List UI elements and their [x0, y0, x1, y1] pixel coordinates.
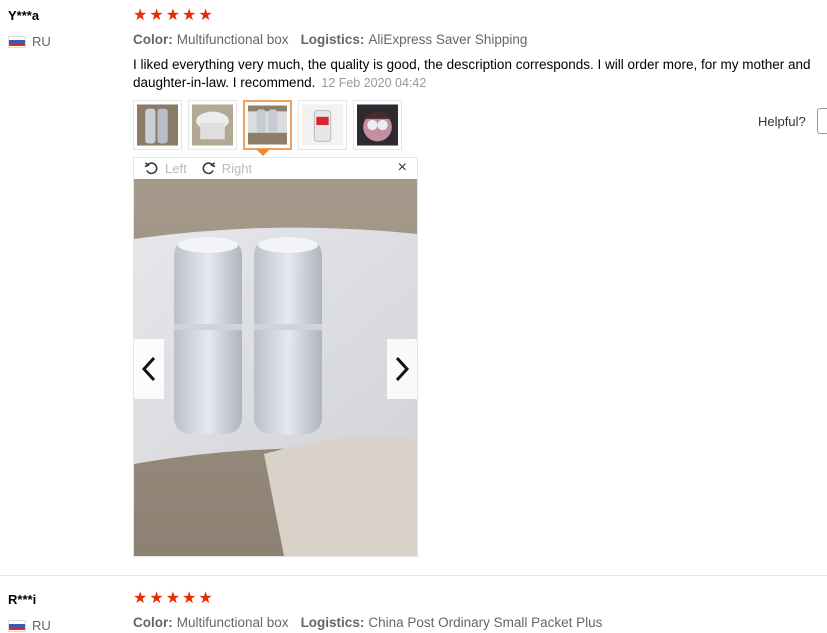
logistics-label: Logistics: — [300, 32, 365, 47]
review-thumbnail[interactable] — [188, 100, 237, 150]
helpful-button[interactable] — [817, 108, 827, 134]
star-icon: ★ — [182, 7, 197, 24]
photo-thumbnail-image — [192, 104, 233, 146]
order-attributes: Color: Multifunctional box Logistics: AliEx… — [133, 32, 527, 47]
star-icon: ★ — [198, 590, 213, 607]
review-thumbnail-active[interactable] — [243, 100, 292, 150]
russia-flag-icon — [8, 619, 26, 632]
star-icon: ★ — [133, 7, 148, 24]
previous-image-button[interactable] — [134, 339, 164, 399]
star-icon: ★ — [149, 7, 164, 24]
close-icon[interactable]: × — [398, 159, 407, 177]
helpful-label: Helpful? — [758, 114, 806, 129]
star-icon: ★ — [133, 590, 148, 607]
color-value: Multifunctional box — [176, 615, 289, 630]
active-thumbnail-pointer — [256, 149, 270, 156]
star-rating: ★ ★ ★ ★ ★ — [133, 8, 213, 24]
logistics-value: China Post Ordinary Small Packet Plus — [368, 615, 603, 630]
viewer-toolbar: Left Right × — [134, 158, 417, 179]
order-attributes: Color: Multifunctional box Logistics: China… — [133, 615, 602, 630]
review-body: I liked everything very much, the qualit… — [133, 57, 811, 90]
reviewer-country: RU — [8, 34, 51, 49]
star-icon: ★ — [165, 590, 181, 607]
rotate-left-label: Left — [165, 161, 187, 176]
russia-flag-icon — [8, 35, 26, 48]
reviewer-name: Y***a — [8, 8, 40, 23]
star-icon: ★ — [198, 7, 213, 24]
rotate-right-button[interactable]: Right — [201, 161, 252, 176]
review-date: 12 Feb 2020 04:42 — [321, 76, 427, 90]
photo-thumbnail-image — [302, 104, 343, 146]
star-icon: ★ — [165, 7, 181, 24]
star-icon: ★ — [149, 590, 164, 607]
chevron-left-icon — [141, 356, 156, 382]
country-code: RU — [32, 618, 51, 633]
review-thumbnail[interactable] — [133, 100, 182, 150]
next-image-button[interactable] — [387, 339, 417, 399]
rotate-right-label: Right — [221, 161, 253, 176]
rotate-right-icon — [202, 162, 216, 175]
rotate-left-button[interactable]: Left — [144, 161, 187, 176]
rotate-left-icon — [144, 162, 158, 175]
image-viewer: Left Right × — [133, 157, 418, 557]
color-value: Multifunctional box — [176, 32, 289, 47]
reviewer-name: R***i — [8, 592, 37, 607]
review-item: R***i RU ★ ★ ★ ★ ★ Color: Multifunctional… — [0, 576, 827, 633]
star-icon: ★ — [182, 590, 197, 607]
review-text: I liked everything very much, the qualit… — [133, 56, 827, 92]
review-photo-image — [134, 179, 417, 556]
country-code: RU — [32, 34, 51, 49]
star-rating: ★ ★ ★ ★ ★ — [133, 591, 213, 607]
photo-thumbnail-image — [248, 105, 287, 145]
logistics-value: AliExpress Saver Shipping — [368, 32, 528, 47]
review-thumbnail[interactable] — [353, 100, 402, 150]
photo-thumbnail-image — [137, 104, 178, 146]
photo-thumbnail-image — [357, 104, 398, 146]
review-item: Y***a RU ★ ★ ★ ★ ★ Color: Multifunctional… — [0, 0, 827, 576]
color-label: Color: — [133, 32, 173, 47]
color-label: Color: — [133, 615, 173, 630]
logistics-label: Logistics: — [300, 615, 365, 630]
reviewer-country: RU — [8, 618, 51, 633]
review-photo — [134, 179, 417, 556]
chevron-right-icon — [395, 356, 410, 382]
review-thumbnail[interactable] — [298, 100, 347, 150]
review-thumbnails — [133, 100, 402, 150]
